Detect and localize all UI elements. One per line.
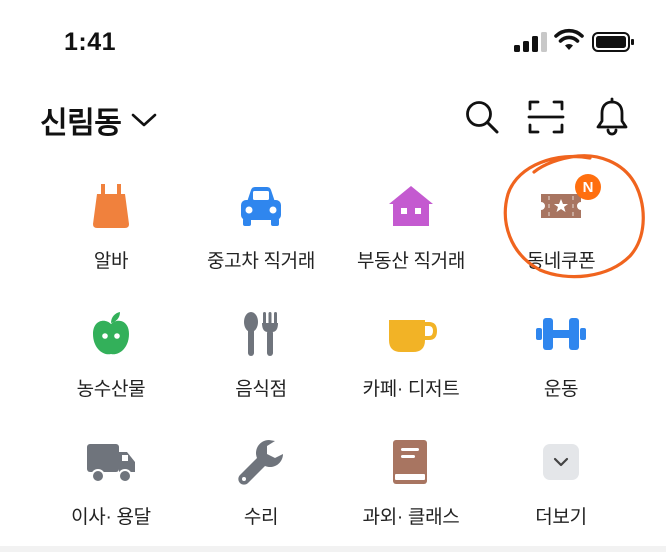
category-label: 중고차 직거래 xyxy=(206,251,316,272)
category-label: 과외· 클래스 xyxy=(362,507,460,528)
bell-icon xyxy=(596,97,628,136)
chevron-down-icon xyxy=(535,436,587,488)
category-repair[interactable]: 수리 xyxy=(186,424,336,534)
cellular-signal-icon xyxy=(514,32,547,52)
category-label: 부동산 직거래 xyxy=(356,251,466,272)
category-part-time[interactable]: 알바 xyxy=(36,168,186,278)
notification-button[interactable] xyxy=(592,97,632,137)
status-bar: 1:41 xyxy=(0,0,666,85)
wrench-icon xyxy=(235,436,287,488)
category-tutoring[interactable]: 과외· 클래스 xyxy=(336,424,486,534)
category-exercise[interactable]: 운동 xyxy=(486,296,636,406)
scan-icon xyxy=(527,100,565,134)
category-neighborhood-coupon[interactable]: N 동네쿠폰 xyxy=(486,168,636,278)
category-produce[interactable]: 농수산물 xyxy=(36,296,186,406)
house-icon xyxy=(385,180,437,232)
category-label: 알바 xyxy=(93,251,129,272)
category-label: 수리 xyxy=(243,507,279,528)
search-button[interactable] xyxy=(462,97,502,137)
category-moving[interactable]: 이사· 용달 xyxy=(36,424,186,534)
category-cafe-dessert[interactable]: 카페· 디저트 xyxy=(336,296,486,406)
category-label: 운동 xyxy=(543,379,579,400)
category-label: 카페· 디저트 xyxy=(362,379,460,400)
truck-icon xyxy=(85,436,137,488)
category-label: 동네쿠폰 xyxy=(526,251,596,272)
apple-icon xyxy=(85,308,137,360)
car-icon xyxy=(235,180,287,232)
apron-icon xyxy=(85,180,137,232)
utensils-icon xyxy=(235,308,287,360)
status-time: 1:41 xyxy=(64,28,117,56)
book-icon xyxy=(385,436,437,488)
cup-icon xyxy=(385,308,437,360)
chevron-down-icon xyxy=(132,113,157,127)
category-label: 이사· 용달 xyxy=(71,507,151,528)
battery-icon xyxy=(592,32,634,52)
dumbbell-icon xyxy=(535,308,587,360)
category-label: 음식점 xyxy=(235,379,287,400)
category-real-estate[interactable]: 부동산 직거래 xyxy=(336,168,486,278)
top-header: 신림동 xyxy=(0,85,666,155)
scan-button[interactable] xyxy=(526,97,566,137)
category-label: 농수산물 xyxy=(76,379,146,400)
wifi-icon xyxy=(554,28,584,50)
location-selector[interactable]: 신림동 xyxy=(40,98,157,142)
ticket-icon: N xyxy=(535,174,601,232)
category-restaurant[interactable]: 음식점 xyxy=(186,296,336,406)
search-icon xyxy=(466,101,499,134)
category-more[interactable]: 더보기 xyxy=(486,424,636,534)
section-divider xyxy=(0,546,666,552)
location-name: 신림동 xyxy=(40,107,122,140)
new-badge: N xyxy=(575,174,601,200)
category-used-car[interactable]: 중고차 직거래 xyxy=(186,168,336,278)
category-label: 더보기 xyxy=(535,507,587,528)
